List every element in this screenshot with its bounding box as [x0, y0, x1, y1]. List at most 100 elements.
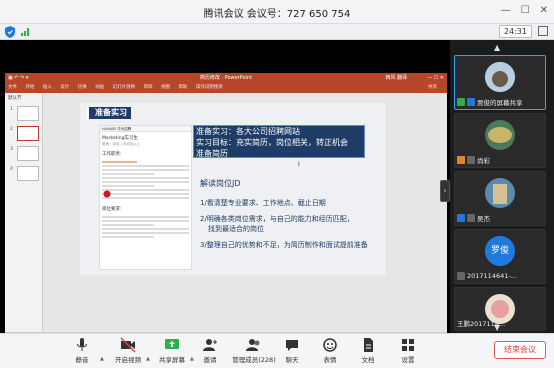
- ribbon-tab[interactable]: 插入: [43, 85, 52, 90]
- slide-section-title: 解读岗位JD: [200, 179, 241, 188]
- end-meeting-button[interactable]: 结束会议: [494, 341, 546, 359]
- quick-access-icons[interactable]: ▣ ↶ ↷ ▾: [8, 73, 28, 83]
- jd-title: Marketing实习生: [102, 136, 138, 141]
- huawei-logo-icon: [103, 190, 111, 198]
- participant-name: 尚彩: [477, 157, 490, 165]
- avatar: [485, 178, 515, 208]
- scroll-down-icon[interactable]: ▼: [494, 323, 500, 332]
- participant-tile[interactable]: 尚彩: [454, 113, 546, 168]
- document-icon: [364, 338, 373, 352]
- settings-grid-icon: [402, 339, 414, 351]
- mic-on-icon: [457, 98, 465, 106]
- slide-thumbnail[interactable]: [17, 106, 39, 121]
- text-cursor-icon: I: [298, 161, 300, 168]
- ribbon-tab[interactable]: 幻灯片放映: [113, 85, 136, 90]
- job-description-screenshot: HUAWEI 华为招聘 Marketing实习生 营销 | 深圳 | 本科及以上…: [99, 125, 192, 270]
- ribbon-tab[interactable]: 审阅: [144, 85, 153, 90]
- participants-panel: ▲ 贾俊的屏幕共享 尚彩 吴杰 罗俊 2017114641-... 王鹏2017…: [450, 40, 554, 333]
- video-button[interactable]: 开启视频: [106, 337, 150, 364]
- invite-icon: [203, 339, 217, 351]
- participant-name-row: 尚彩: [457, 155, 490, 165]
- mic-muted-icon: [467, 214, 475, 222]
- jd-section: 岗位要求:: [102, 207, 122, 212]
- ribbon-tab[interactable]: 切换: [78, 85, 87, 90]
- shared-screen: ▣ ↶ ↷ ▾ 简历修改 · PowerPoint 西风 翻译 — ☐ ✕ 文件…: [0, 40, 450, 356]
- window-controls: — ☐ ✕: [501, 4, 548, 18]
- documents-button[interactable]: 文档: [346, 337, 390, 364]
- slide-callout: 准备实习：各大公司招聘网站 实习目标：充实简历，岗位相关，转正机会 准备简历: [193, 125, 365, 158]
- ppt-share-button[interactable]: 共享: [428, 83, 437, 93]
- jd-text-lines: [100, 212, 191, 242]
- mute-label: 静音: [75, 356, 89, 364]
- ribbon-tab[interactable]: 视图: [161, 85, 170, 90]
- status-strip: 24:31: [0, 24, 554, 40]
- share-screen-icon: [165, 339, 179, 349]
- mute-button[interactable]: 静音: [60, 337, 104, 364]
- current-slide[interactable]: 准备实习 HUAWEI 华为招聘 Marketing实习生 营销 | 深圳 | …: [80, 103, 386, 275]
- ribbon-search[interactable]: 操作说明搜索: [196, 85, 223, 90]
- thumb-section-header: 默认节: [8, 96, 22, 101]
- participant-name-row: 吴杰: [457, 213, 490, 223]
- ppt-title-bar: ▣ ↶ ↷ ▾ 简历修改 · PowerPoint 西风 翻译 — ☐ ✕: [5, 73, 447, 83]
- slide-step: 1/看清楚专业要求、工作地点、截止日期: [200, 199, 326, 207]
- host-badge-icon: [467, 98, 475, 106]
- chat-icon: [286, 340, 298, 351]
- meeting-window: 腾讯会议 会议号：727 650 754 — ☐ ✕ 24:31 ▣ ↶ ↷ ▾…: [0, 0, 554, 368]
- fullscreen-icon[interactable]: [538, 26, 548, 36]
- documents-label: 文档: [361, 356, 375, 364]
- ribbon-tab[interactable]: 帮助: [178, 85, 187, 90]
- mic-muted-icon: [467, 156, 475, 164]
- camera-off-icon: [120, 337, 136, 353]
- meeting-toolbar: 静音 ▲ 开启视频 ▲ 共享屏幕 ▲ 邀请 管理成员(228) 聊天 表情 文档…: [0, 333, 554, 368]
- thumb-number: 3: [10, 147, 13, 152]
- thumb-number: 2: [10, 127, 13, 132]
- ribbon-tab[interactable]: 文件: [8, 85, 17, 90]
- window-title: 腾讯会议 会议号：727 650 754: [203, 9, 351, 20]
- collapse-panel-handle[interactable]: ›: [440, 180, 450, 202]
- participant-tile[interactable]: 吴杰: [454, 171, 546, 226]
- ppt-title: 简历修改 · PowerPoint: [199, 75, 253, 81]
- participant-name-row: 2017114641-...: [457, 271, 517, 281]
- settings-button[interactable]: 设置: [386, 337, 430, 364]
- signal-icon[interactable]: [21, 28, 29, 36]
- thumb-number: 4: [10, 167, 13, 172]
- participant-name: 吴杰: [477, 215, 490, 223]
- ribbon-tab[interactable]: 设计: [60, 85, 69, 90]
- ribbon-tab[interactable]: 动画: [95, 85, 104, 90]
- slide-thumbnail-selected[interactable]: [17, 126, 39, 141]
- jd-meta: 营销 | 深圳 | 本科及以上: [102, 142, 141, 146]
- maximize-icon[interactable]: ☐: [521, 4, 530, 18]
- participant-tile[interactable]: 罗俊 2017114641-...: [454, 229, 546, 284]
- powerpoint-window: ▣ ↶ ↷ ▾ 简历修改 · PowerPoint 西风 翻译 — ☐ ✕ 文件…: [5, 73, 447, 356]
- avatar-text: 罗俊: [485, 236, 515, 266]
- participant-name: 贾俊的屏幕共享: [477, 99, 523, 107]
- ppt-user[interactable]: 西风 翻译: [385, 73, 407, 83]
- emoji-icon: [323, 338, 337, 352]
- jd-section: 工作职责:: [102, 152, 122, 157]
- slide-step: 找到最适合的岗位: [208, 225, 264, 233]
- close-icon[interactable]: ✕: [540, 4, 548, 18]
- ppt-body: 默认节 1 2 3 4 准备实习 HUAWEI 华为招聘 Marketing实习…: [5, 93, 447, 344]
- user-icon: [457, 156, 465, 164]
- ppt-ribbon: 文件 开始 插入 设计 切换 动画 幻灯片放映 审阅 视图 帮助 操作说明搜索 …: [5, 83, 447, 93]
- minimize-icon[interactable]: —: [501, 4, 511, 18]
- ppt-window-controls[interactable]: — ☐ ✕: [427, 73, 444, 83]
- title-bar: 腾讯会议 会议号：727 650 754 — ☐ ✕: [0, 0, 554, 24]
- chevron-up-icon[interactable]: ▲: [100, 356, 104, 362]
- slide-thumbnail[interactable]: [17, 146, 39, 161]
- participant-tile[interactable]: 贾俊的屏幕共享: [454, 55, 546, 110]
- members-icon: [246, 339, 260, 351]
- scroll-up-icon[interactable]: ▲: [494, 43, 500, 52]
- avatar: [485, 62, 515, 92]
- jd-text-lines: [100, 157, 191, 203]
- slide-step: 3/整理自己的优势和不足，为简历制作和面试提前准备: [200, 241, 368, 249]
- slide-heading: 准备实习: [87, 107, 131, 119]
- callout-line: 准备简历: [196, 149, 228, 158]
- microphone-icon: [77, 338, 87, 351]
- shield-icon[interactable]: [5, 26, 15, 38]
- participant-name: 2017114641-...: [467, 272, 517, 280]
- slide-thumbnail[interactable]: [17, 166, 39, 181]
- callout-line: 实习目标：充实简历，岗位相关，转正机会: [196, 138, 348, 147]
- callout-line: 准备实习：各大公司招聘网站: [196, 127, 300, 136]
- ribbon-tab[interactable]: 开始: [25, 85, 34, 90]
